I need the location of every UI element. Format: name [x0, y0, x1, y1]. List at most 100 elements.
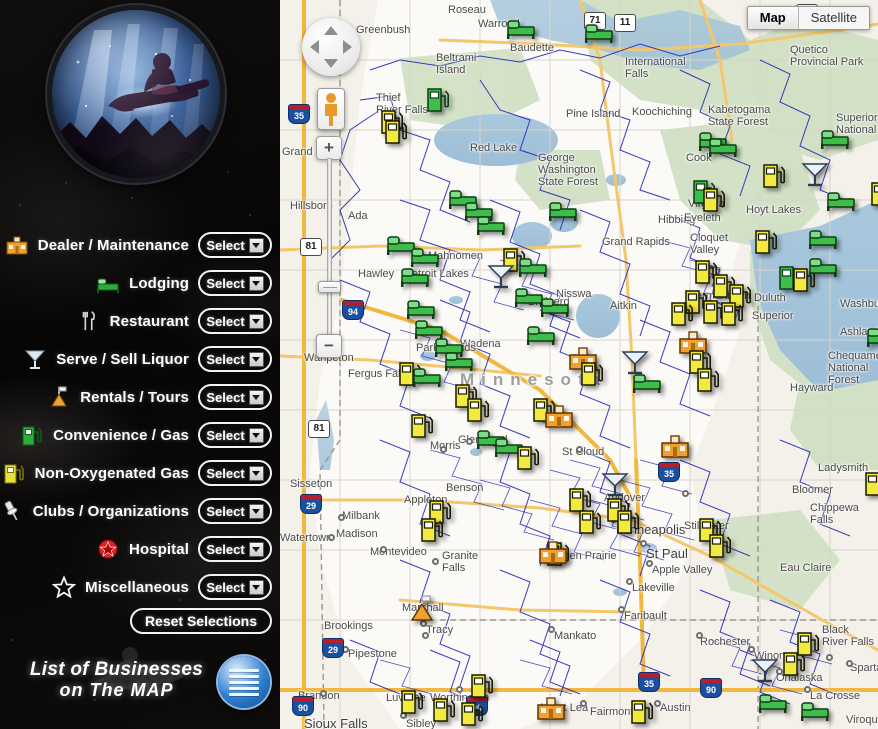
map-marker-gas-green[interactable] [426, 86, 450, 117]
map-marker-gas-yellow[interactable] [870, 180, 878, 211]
map-type-map[interactable]: Map [747, 7, 799, 29]
map-marker-bed-green[interactable] [412, 366, 442, 393]
map-marker-gas-yellow[interactable] [410, 412, 434, 443]
map-marker-gas-yellow[interactable] [720, 300, 744, 331]
map-marker-gas-yellow[interactable] [470, 672, 494, 703]
map-marker-martini[interactable] [750, 656, 780, 689]
map-panel[interactable]: Roseau Greenbush Warroad Baudette Beltrami I… [280, 0, 878, 729]
map-marker-gas-yellow[interactable] [782, 650, 806, 681]
zoom-in-button[interactable]: + [316, 136, 342, 160]
chevron-down-icon[interactable] [248, 237, 264, 253]
map-marker-bed-green[interactable] [548, 200, 578, 227]
chevron-down-icon[interactable] [248, 389, 264, 405]
map-label: Sisseton [290, 478, 333, 490]
map-marker-bed-green[interactable] [632, 372, 662, 399]
map-type-control[interactable]: Map Satellite [746, 6, 870, 30]
map-marker-gas-yellow[interactable] [460, 700, 484, 729]
map-marker-bed-green[interactable] [540, 296, 570, 323]
pan-up-icon[interactable] [324, 26, 338, 35]
map-marker-martini[interactable] [486, 262, 516, 295]
map-marker-bed-green[interactable] [476, 214, 506, 241]
us-route-shield: 11 [614, 14, 636, 32]
select-button-6[interactable]: Select [198, 460, 272, 486]
map-marker-gas-yellow[interactable] [864, 470, 878, 501]
chevron-down-icon[interactable] [248, 541, 264, 557]
map-label: Watertown [280, 532, 333, 544]
select-button-8[interactable]: Select [198, 536, 272, 562]
map-marker-bed-green[interactable] [400, 266, 430, 293]
map-marker-gas-yellow[interactable] [400, 688, 424, 719]
pan-left-icon[interactable] [310, 40, 319, 54]
map-marker-bed-green[interactable] [506, 18, 536, 45]
zoom-handle[interactable] [318, 281, 341, 293]
chevron-down-icon[interactable] [248, 351, 264, 367]
category-row-restaurant: Restaurant Select [0, 302, 280, 340]
map-marker-bed-green[interactable] [820, 128, 850, 155]
map-marker-gas-yellow[interactable] [702, 186, 726, 217]
map-marker-bed-green[interactable] [758, 692, 788, 719]
map-marker-gas-yellow[interactable] [516, 444, 540, 475]
select-button-3[interactable]: Select [198, 346, 272, 372]
select-button-2[interactable]: Select [198, 308, 272, 334]
map-marker-gas-yellow[interactable] [754, 228, 778, 259]
map-marker-bed-green[interactable] [444, 350, 474, 377]
map-marker-bed-green[interactable] [518, 256, 548, 283]
select-button-1[interactable]: Select [198, 270, 272, 296]
map-marker-gas-yellow[interactable] [696, 366, 720, 397]
map-marker-dealer[interactable] [538, 540, 568, 569]
chevron-down-icon[interactable] [248, 427, 264, 443]
map-marker-gas-yellow[interactable] [616, 508, 640, 539]
select-button-4[interactable]: Select [198, 384, 272, 410]
map-marker-dealer[interactable] [536, 696, 566, 725]
map-marker-bed-green[interactable] [708, 136, 738, 163]
reset-selections-button[interactable]: Reset Selections [129, 608, 272, 634]
map-marker-martini[interactable] [800, 160, 830, 193]
pan-control[interactable] [302, 18, 360, 76]
map-marker-gas-yellow[interactable] [580, 360, 604, 391]
zoom-out-button[interactable]: − [316, 334, 342, 358]
map-label: Roseau [448, 4, 486, 16]
pan-down-icon[interactable] [324, 59, 338, 68]
map-type-satellite[interactable]: Satellite [798, 7, 869, 29]
map-marker-bed-green[interactable] [866, 326, 878, 353]
map-marker-bed-green[interactable] [800, 700, 830, 727]
map-marker-gas-yellow[interactable] [762, 162, 786, 193]
select-button-9[interactable]: Select [198, 574, 272, 600]
map-marker-dealer[interactable] [544, 404, 574, 433]
map-marker-gas-yellow[interactable] [420, 516, 444, 547]
map-marker-gas-yellow[interactable] [630, 698, 654, 729]
us-route-shield: 81 [308, 420, 330, 438]
zoom-track[interactable] [327, 158, 332, 338]
list-lines-icon[interactable] [218, 656, 270, 708]
zoom-control[interactable]: + − [316, 136, 346, 358]
map-label: Wadena [460, 338, 501, 350]
chevron-down-icon[interactable] [248, 465, 264, 481]
pan-right-icon[interactable] [343, 40, 352, 54]
select-button-7[interactable]: Select [198, 498, 272, 524]
chevron-down-icon[interactable] [248, 313, 264, 329]
map-marker-bed-green[interactable] [526, 324, 556, 351]
city-dot [576, 446, 583, 453]
map-overlay: Roseau Greenbush Warroad Baudette Beltrami I… [280, 0, 878, 729]
map-marker-gas-yellow[interactable] [432, 696, 456, 727]
map-marker-bed-green[interactable] [826, 190, 856, 217]
map-marker-bed-green[interactable] [808, 256, 838, 283]
select-button-5[interactable]: Select [198, 422, 272, 448]
city-dot [846, 660, 853, 667]
chevron-down-icon[interactable] [248, 275, 264, 291]
map-marker-bed-green[interactable] [584, 22, 614, 49]
map-marker-dealer[interactable] [660, 434, 690, 463]
map-marker-rental[interactable] [408, 594, 436, 627]
select-button-0[interactable]: Select [198, 232, 272, 258]
map-label: Quetico Provincial Park [790, 44, 864, 68]
map-marker-gas-yellow[interactable] [384, 118, 408, 149]
map-marker-gas-yellow[interactable] [708, 532, 732, 563]
category-label: Lodging [129, 274, 189, 292]
chevron-down-icon[interactable] [248, 503, 264, 519]
chevron-down-icon[interactable] [248, 579, 264, 595]
map-marker-gas-yellow[interactable] [670, 300, 694, 331]
map-marker-gas-yellow[interactable] [466, 396, 490, 427]
map-marker-gas-yellow[interactable] [578, 508, 602, 539]
map-marker-bed-green[interactable] [808, 228, 838, 255]
street-view-pegman[interactable] [317, 88, 345, 130]
